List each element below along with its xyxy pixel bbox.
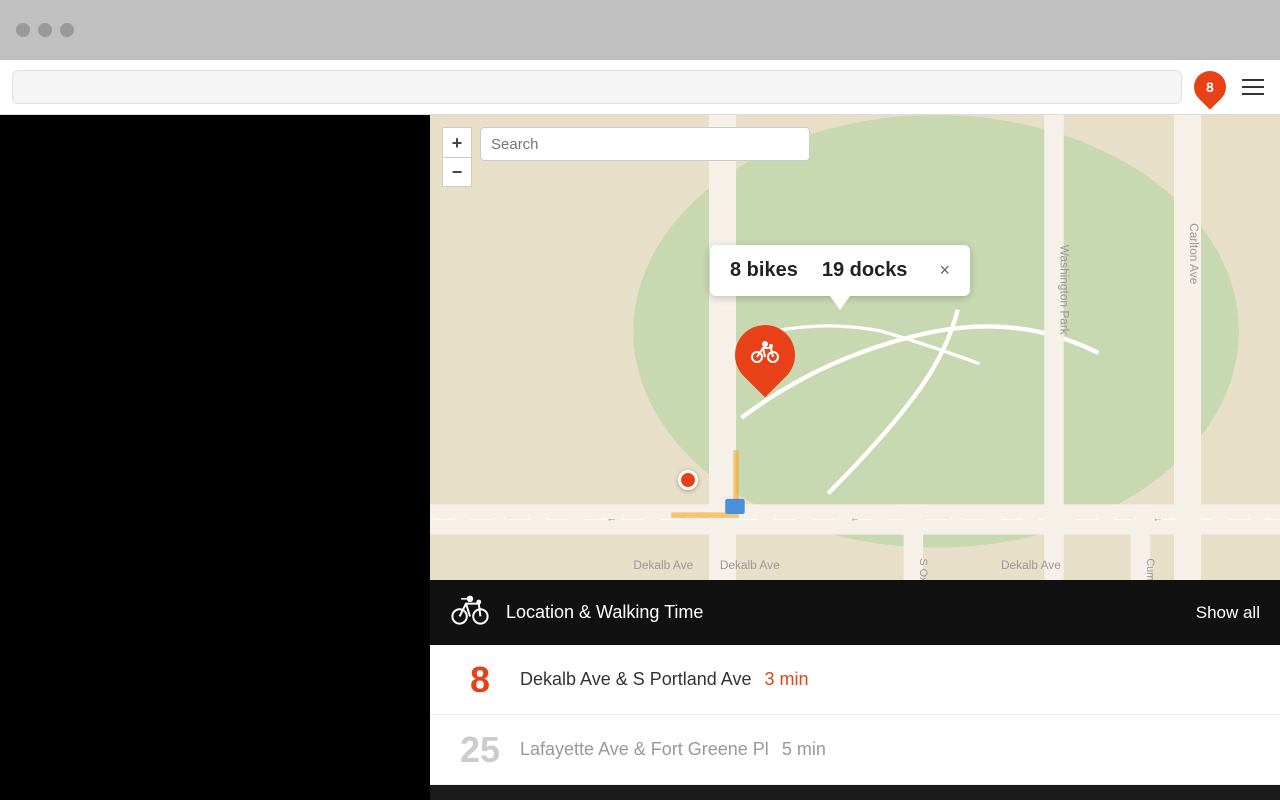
station-time-1: 5 min xyxy=(782,739,826,759)
main-content: Washington Park Carlton Ave Dekalb Ave D… xyxy=(0,115,1280,800)
popup-docks: 19 docks xyxy=(822,259,908,282)
map-popup: 8 bikes 19 docks × xyxy=(710,245,970,296)
svg-text:←: ← xyxy=(606,513,617,525)
bike-icon xyxy=(750,340,780,370)
top-bar: 8 xyxy=(0,60,1280,115)
popup-close-button[interactable]: × xyxy=(939,260,950,281)
badge-count: 8 xyxy=(1206,79,1214,95)
map-background: Washington Park Carlton Ave Dekalb Ave D… xyxy=(430,115,1280,580)
zoom-in-button[interactable]: + xyxy=(442,127,472,157)
map-search-input[interactable] xyxy=(480,127,810,161)
svg-text:←: ← xyxy=(850,513,861,525)
hamburger-line-2 xyxy=(1242,86,1264,88)
bike-header-svg xyxy=(450,590,490,630)
hamburger-menu[interactable] xyxy=(1238,75,1268,99)
bottom-header-title: Location & Walking Time xyxy=(506,602,1196,623)
station-name-1: Lafayette Ave & Fort Greene Pl 5 min xyxy=(520,739,1260,760)
bottom-header: Location & Walking Time Show all xyxy=(430,580,1280,645)
svg-text:S Oxford: S Oxford xyxy=(917,558,929,580)
map-area: Washington Park Carlton Ave Dekalb Ave D… xyxy=(430,115,1280,580)
right-panel: Washington Park Carlton Ave Dekalb Ave D… xyxy=(430,115,1280,800)
popup-bikes: 8 bikes xyxy=(730,259,798,282)
left-panel xyxy=(0,115,430,800)
bottom-panel: Location & Walking Time Show all 8 Dekal… xyxy=(430,580,1280,800)
svg-text:Cumberl...: Cumberl... xyxy=(1144,558,1156,580)
maximize-button[interactable] xyxy=(60,23,74,37)
close-button[interactable] xyxy=(16,23,30,37)
hamburger-line-3 xyxy=(1242,93,1264,95)
traffic-lights xyxy=(16,23,74,37)
title-bar xyxy=(0,0,1280,60)
show-all-button[interactable]: Show all xyxy=(1196,603,1260,623)
station-list: 8 Dekalb Ave & S Portland Ave 3 min 25 L… xyxy=(430,645,1280,785)
svg-text:Dekalb Ave: Dekalb Ave xyxy=(1001,558,1061,572)
zoom-out-button[interactable]: − xyxy=(442,157,472,187)
svg-text:Washington Park: Washington Park xyxy=(1057,245,1071,335)
station-time-0: 3 min xyxy=(765,669,809,689)
hamburger-line-1 xyxy=(1242,79,1264,81)
top-search-bar[interactable] xyxy=(12,70,1182,104)
bike-station-marker[interactable] xyxy=(735,325,795,395)
notification-badge[interactable]: 8 xyxy=(1192,69,1228,105)
svg-text:←: ← xyxy=(1152,513,1163,525)
user-location-dot xyxy=(678,470,698,490)
station-name-0: Dekalb Ave & S Portland Ave 3 min xyxy=(520,669,1260,690)
station-number-0: 8 xyxy=(450,659,510,701)
badge-pin: 8 xyxy=(1187,64,1232,109)
bike-header-icon xyxy=(450,590,490,635)
marker-circle xyxy=(723,313,808,398)
station-item-0[interactable]: 8 Dekalb Ave & S Portland Ave 3 min xyxy=(430,645,1280,715)
svg-text:Carlton Ave: Carlton Ave xyxy=(1187,223,1201,285)
minimize-button[interactable] xyxy=(38,23,52,37)
svg-text:Dekalb Ave: Dekalb Ave xyxy=(633,558,693,572)
map-controls: + − xyxy=(442,127,472,187)
station-item-1[interactable]: 25 Lafayette Ave & Fort Greene Pl 5 min xyxy=(430,715,1280,785)
svg-text:Dekalb Ave: Dekalb Ave xyxy=(720,558,780,572)
station-number-1: 25 xyxy=(450,729,510,771)
map-search[interactable] xyxy=(480,127,810,161)
